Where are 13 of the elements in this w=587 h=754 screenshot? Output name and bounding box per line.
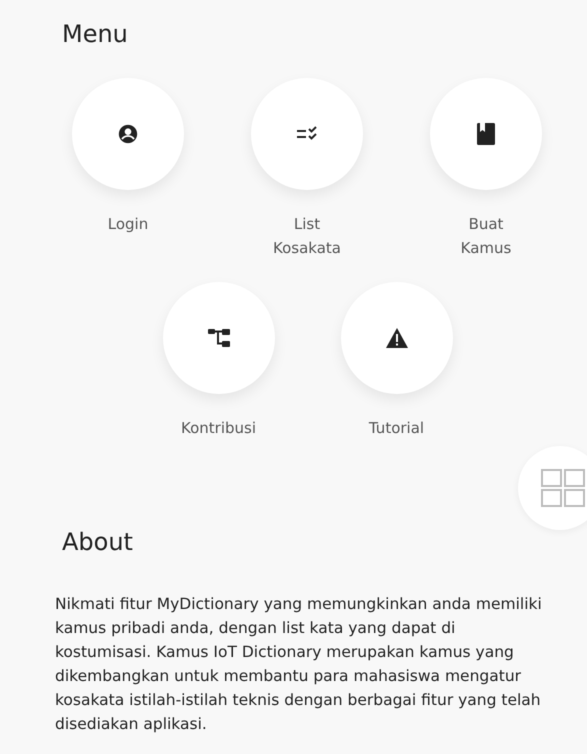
about-text: Nikmati fitur MyDictionary yang memungkinkan anda memiliki kamus pribadi anda, dengan list kata yang dapat di kostumisasi. Kamus IoT Dictionary merupakan kamus yang dikembangkan untuk membantu para mahasiswa mengatur kosakata istilah-istilah teknis dengan berbagai fitur yang telah disediakan aplikasi.: [55, 594, 543, 735]
menu-label: Buat Kamus: [460, 214, 512, 259]
grid-icon: [540, 468, 586, 508]
hierarchy-icon: [206, 327, 230, 349]
menu-label: Login: [108, 214, 148, 235]
menu-label: Tutorial: [368, 418, 424, 439]
menu-label: Kontribusi: [181, 418, 256, 439]
book-icon: [476, 122, 496, 146]
warning-icon: [384, 327, 408, 349]
menu-heading: Menu: [62, 20, 128, 48]
menu-label: List Kosakata: [272, 214, 342, 259]
user-icon: [117, 123, 139, 145]
about-heading: About: [62, 528, 133, 556]
